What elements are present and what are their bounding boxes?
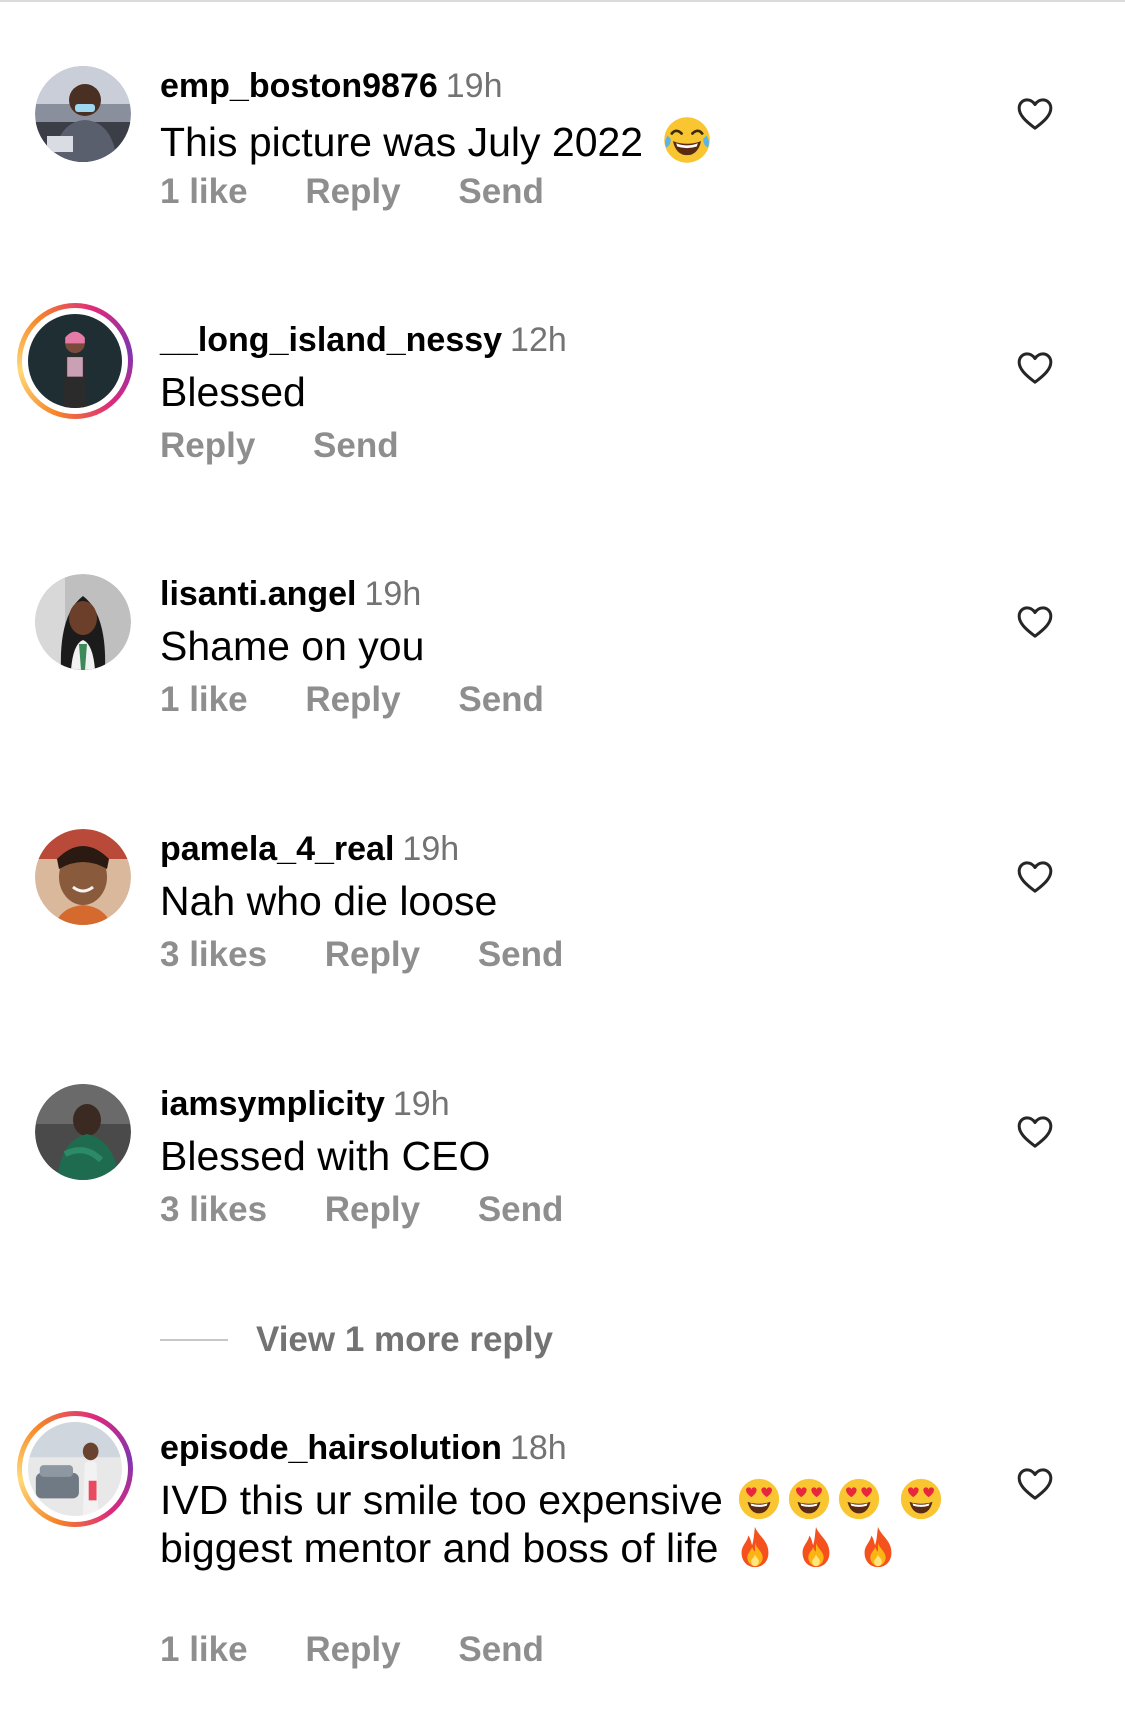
- heart-eyes-emoji-icon: [836, 1476, 882, 1522]
- username[interactable]: __long_island_nessy: [160, 321, 502, 359]
- avatar[interactable]: [35, 1084, 131, 1180]
- comment-header: pamela_4_real 19h: [160, 829, 459, 869]
- heart-icon[interactable]: [1015, 602, 1055, 642]
- send-button[interactable]: Send: [313, 426, 399, 465]
- reply-thread-line: [160, 1339, 228, 1341]
- reply-button[interactable]: Reply: [160, 426, 255, 465]
- timestamp: 18h: [509, 1429, 567, 1467]
- comment-text: Blessed: [160, 369, 306, 415]
- reply-button[interactable]: Reply: [305, 680, 400, 719]
- comment-actions: 3 likes Reply Send: [160, 1190, 563, 1230]
- heart-icon[interactable]: [1015, 348, 1055, 388]
- avatar[interactable]: [35, 829, 131, 925]
- heart-eyes-emoji-icon: [736, 1476, 782, 1522]
- send-button[interactable]: Send: [458, 1630, 544, 1669]
- like-count[interactable]: 3 likes: [160, 1190, 267, 1229]
- comment-header: iamsymplicity 19h: [160, 1084, 450, 1124]
- laughing-emoji-icon: [661, 114, 713, 166]
- like-count[interactable]: 3 likes: [160, 935, 267, 974]
- fire-emoji-icon: [855, 1524, 901, 1570]
- heart-eyes-emoji-icon: [786, 1476, 832, 1522]
- send-button[interactable]: Send: [478, 1190, 564, 1229]
- comment-actions: 1 like Reply Send: [160, 1630, 544, 1670]
- reply-button[interactable]: Reply: [325, 1190, 420, 1229]
- username[interactable]: pamela_4_real: [160, 830, 394, 868]
- comment-body-part1: IVD this ur smile too expensive: [160, 1477, 723, 1523]
- comment-actions: 1 like Reply Send: [160, 680, 544, 720]
- comment-body: This picture was July 2022: [160, 119, 644, 165]
- comment-actions: 1 like Reply Send: [160, 172, 544, 212]
- reply-button[interactable]: Reply: [305, 172, 400, 211]
- like-count[interactable]: 1 like: [160, 1630, 248, 1669]
- avatar[interactable]: [35, 574, 131, 670]
- top-divider: [0, 0, 1125, 2]
- timestamp: 19h: [392, 1085, 450, 1123]
- comment-text: This picture was July 2022: [160, 114, 960, 166]
- fire-emoji-icon: [732, 1524, 778, 1570]
- username[interactable]: lisanti.angel: [160, 575, 357, 613]
- reply-button[interactable]: Reply: [305, 1630, 400, 1669]
- heart-icon[interactable]: [1015, 857, 1055, 897]
- comment-text: Shame on you: [160, 623, 425, 669]
- avatar-story-ring[interactable]: [17, 303, 133, 419]
- username[interactable]: iamsymplicity: [160, 1085, 385, 1123]
- comment-header: episode_hairsolution 18h: [160, 1428, 567, 1468]
- heart-eyes-emoji-icon: [898, 1476, 944, 1522]
- like-count[interactable]: 1 like: [160, 172, 248, 211]
- view-more-replies-button[interactable]: View 1 more reply: [160, 1318, 553, 1362]
- like-count[interactable]: 1 like: [160, 680, 248, 719]
- username[interactable]: emp_boston9876: [160, 67, 438, 105]
- comment-text: Nah who die loose: [160, 878, 498, 924]
- comment-actions: Reply Send: [160, 426, 399, 466]
- send-button[interactable]: Send: [478, 935, 564, 974]
- comment-text: Blessed with CEO: [160, 1133, 491, 1179]
- timestamp: 19h: [364, 575, 422, 613]
- username[interactable]: episode_hairsolution: [160, 1429, 502, 1467]
- send-button[interactable]: Send: [458, 680, 544, 719]
- reply-button[interactable]: Reply: [325, 935, 420, 974]
- avatar: [28, 314, 122, 408]
- comment-text: IVD this ur smile too expensive biggest …: [160, 1476, 980, 1572]
- timestamp: 19h: [402, 830, 460, 868]
- timestamp: 12h: [510, 321, 567, 359]
- comment-header: lisanti.angel 19h: [160, 574, 421, 614]
- view-more-replies-label: View 1 more reply: [256, 1320, 554, 1359]
- heart-icon[interactable]: [1015, 1112, 1055, 1152]
- timestamp: 19h: [445, 67, 503, 105]
- fire-emoji-icon: [793, 1524, 839, 1570]
- comment-body-part2: biggest mentor and boss of life: [160, 1525, 719, 1571]
- comment-header: __long_island_nessy 12h: [160, 320, 567, 360]
- avatar: [28, 1422, 122, 1516]
- heart-icon[interactable]: [1015, 94, 1055, 134]
- send-button[interactable]: Send: [458, 172, 544, 211]
- avatar-story-ring[interactable]: [17, 1411, 133, 1527]
- comment-actions: 3 likes Reply Send: [160, 935, 563, 975]
- comment-header: emp_boston9876 19h: [160, 66, 503, 106]
- avatar[interactable]: [35, 66, 131, 162]
- heart-icon[interactable]: [1015, 1464, 1055, 1504]
